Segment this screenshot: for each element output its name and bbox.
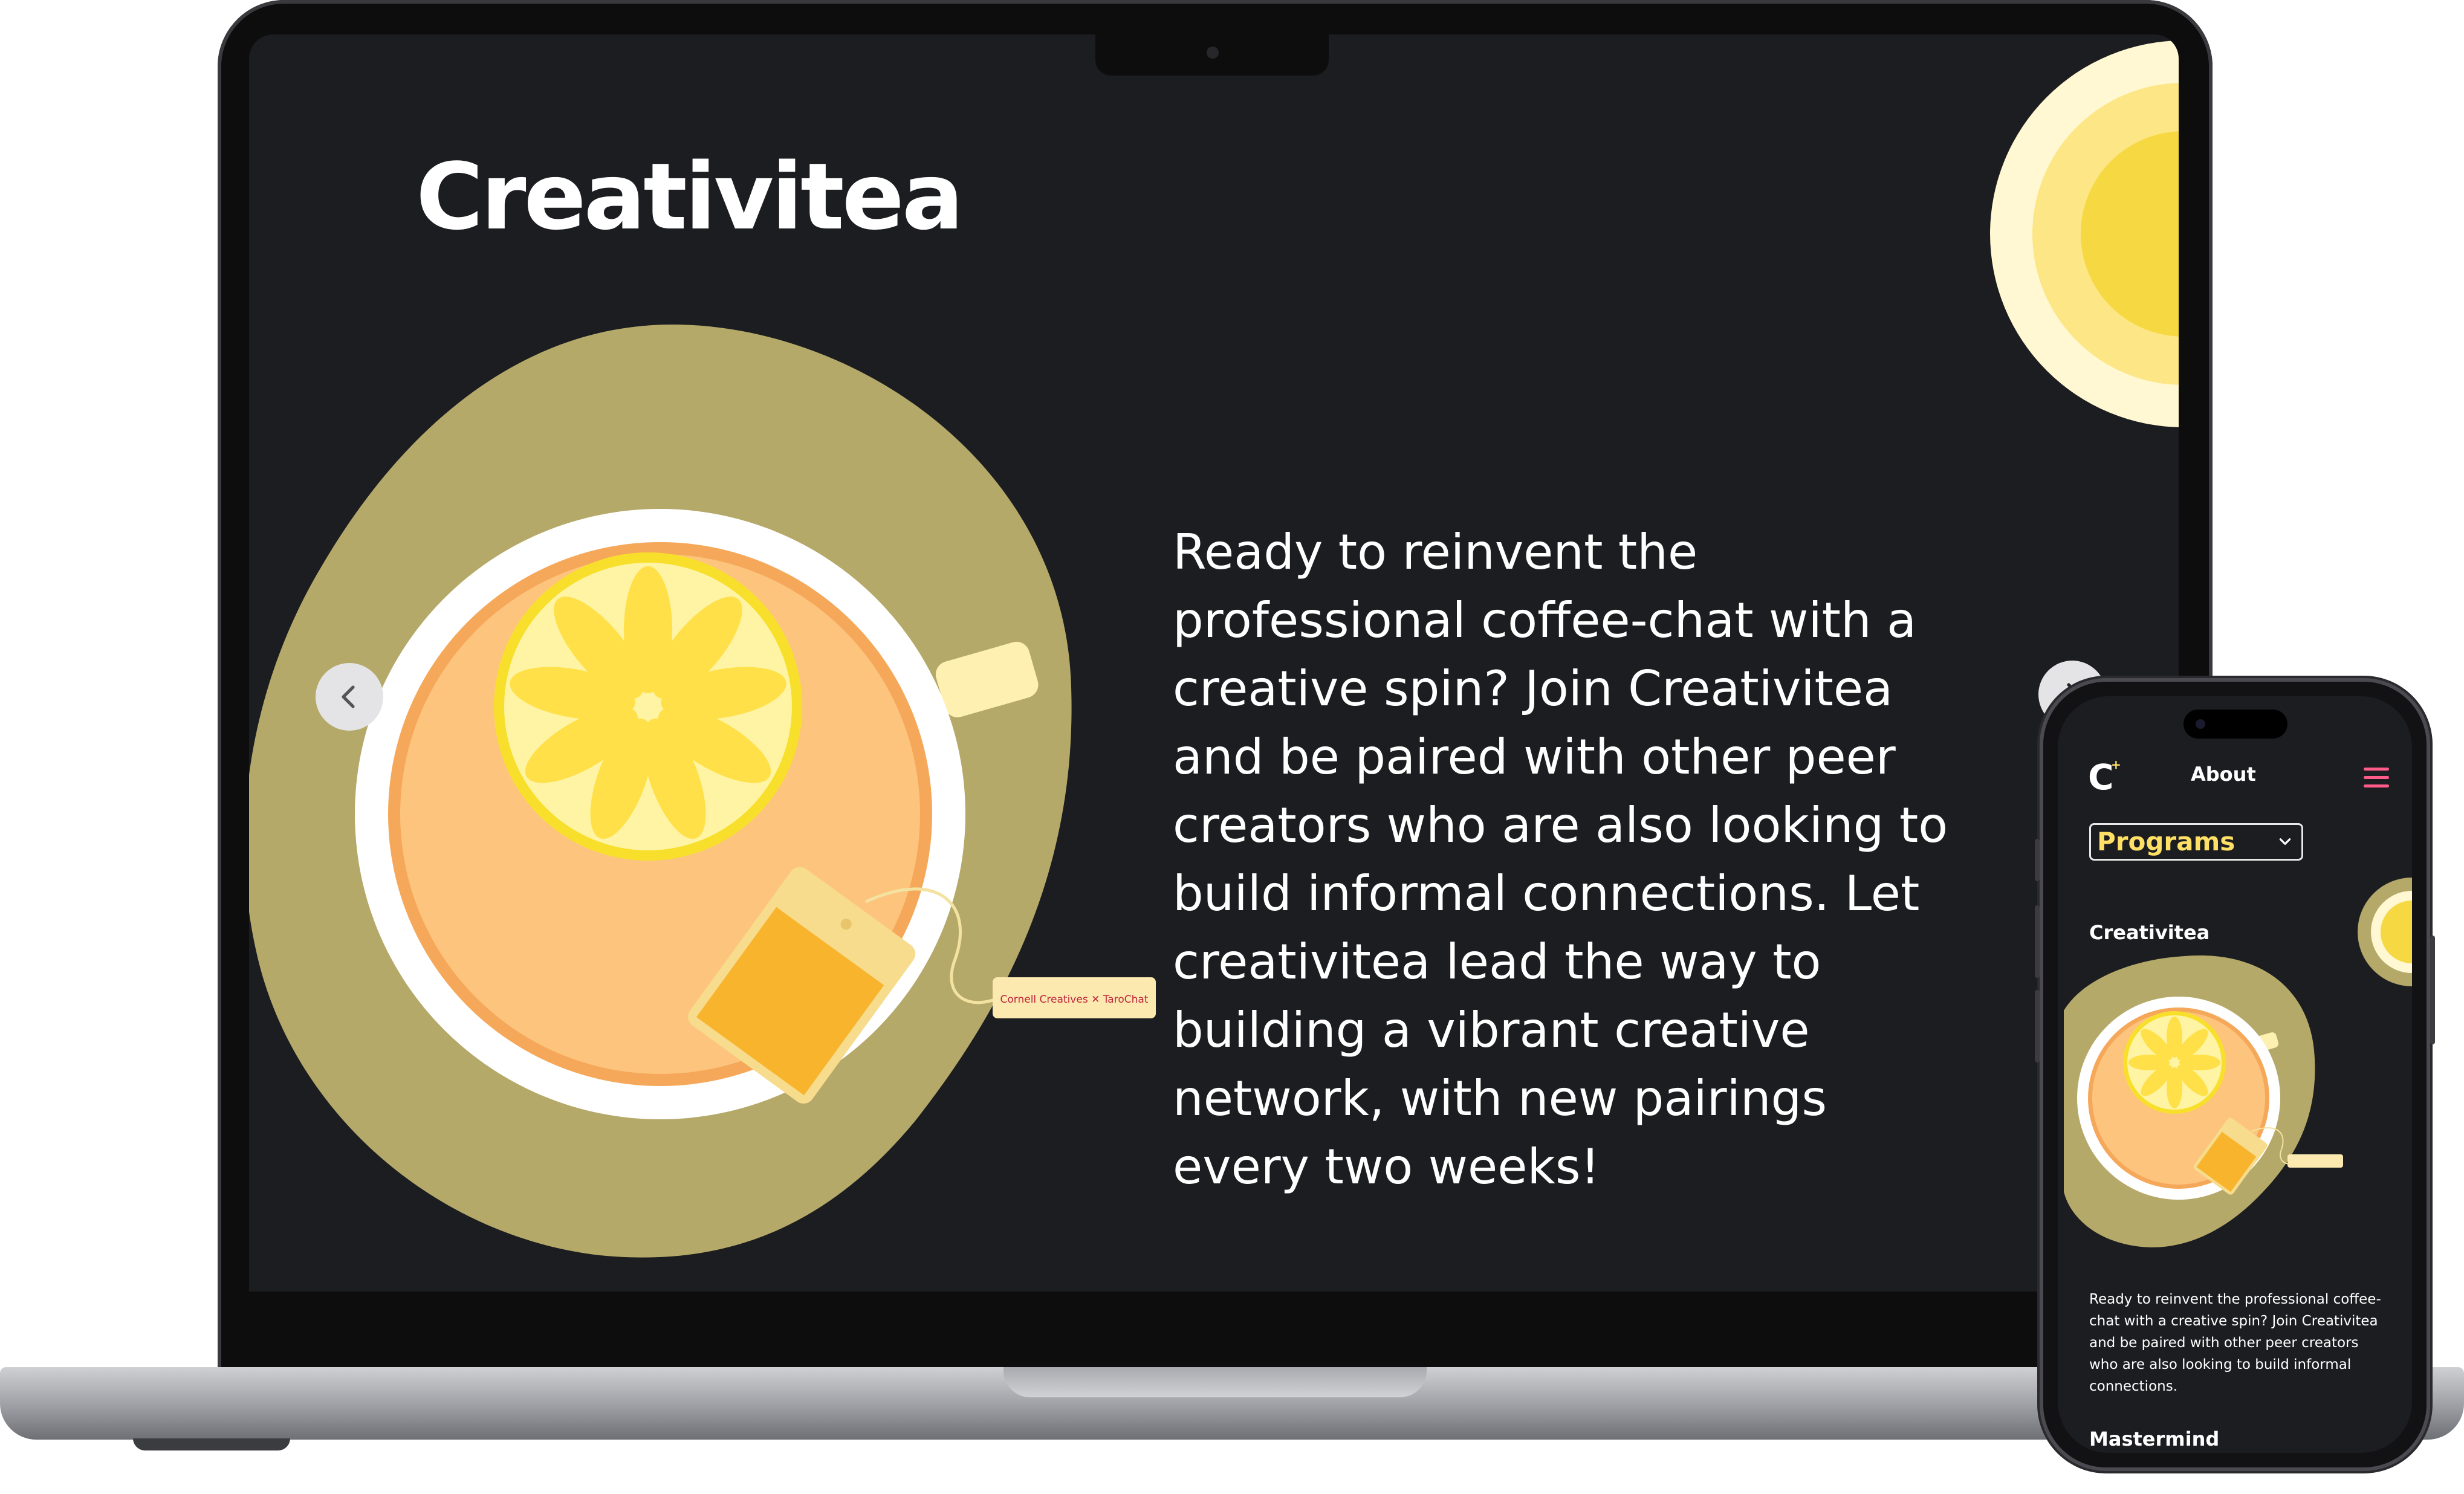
carousel-prev-button[interactable]: [316, 663, 383, 731]
svg-text:C: C: [2088, 757, 2114, 797]
dynamic-island: [2184, 710, 2287, 739]
nav-link-about[interactable]: About: [2191, 763, 2256, 786]
logo-icon[interactable]: C +: [2086, 757, 2125, 797]
tea-cup-illustration: Cornell Creatives ✕ TaroChat: [249, 325, 1156, 1258]
svg-text:+: +: [2111, 757, 2121, 772]
mobile-screen: C + About Programs Creativitea Ready to …: [2058, 696, 2412, 1453]
phone-side-button: [2035, 839, 2040, 881]
programs-dropdown[interactable]: Programs: [2089, 823, 2303, 861]
phone-side-button: [2035, 990, 2040, 1062]
chevron-down-icon: [2279, 838, 2291, 845]
phone-frame: C + About Programs Creativitea Ready to …: [2035, 682, 2435, 1467]
program-description: Ready to reinvent the professional coffe…: [1173, 524, 1948, 1195]
sun-illustration: [1990, 40, 2179, 427]
tea-cup-illustration: [2064, 955, 2343, 1247]
dropdown-value: Programs: [2097, 827, 2235, 856]
section-title: Creativitea: [2089, 921, 2210, 944]
camera-notch: [1095, 34, 1329, 76]
program-description: Ready to reinvent the professional coffe…: [2089, 1292, 2381, 1394]
desktop-screen: Creativitea Cornell Creatives ✕ TaroChat…: [249, 34, 2179, 1292]
phone-side-button: [2430, 936, 2435, 1044]
laptop-opening-notch: [1003, 1367, 1427, 1397]
hamburger-menu-icon[interactable]: [2364, 768, 2389, 789]
page-title: Creativitea: [416, 143, 964, 250]
section-title-next: Mastermind: [2089, 1428, 2220, 1450]
laptop-foot: [133, 1438, 290, 1450]
phone-side-button: [2035, 905, 2040, 978]
chevron-left-icon: [342, 685, 355, 708]
tea-tag-label: Cornell Creatives ✕ TaroChat: [1000, 994, 1149, 1006]
camera-icon: [1207, 47, 1219, 59]
camera-icon: [2196, 719, 2205, 729]
